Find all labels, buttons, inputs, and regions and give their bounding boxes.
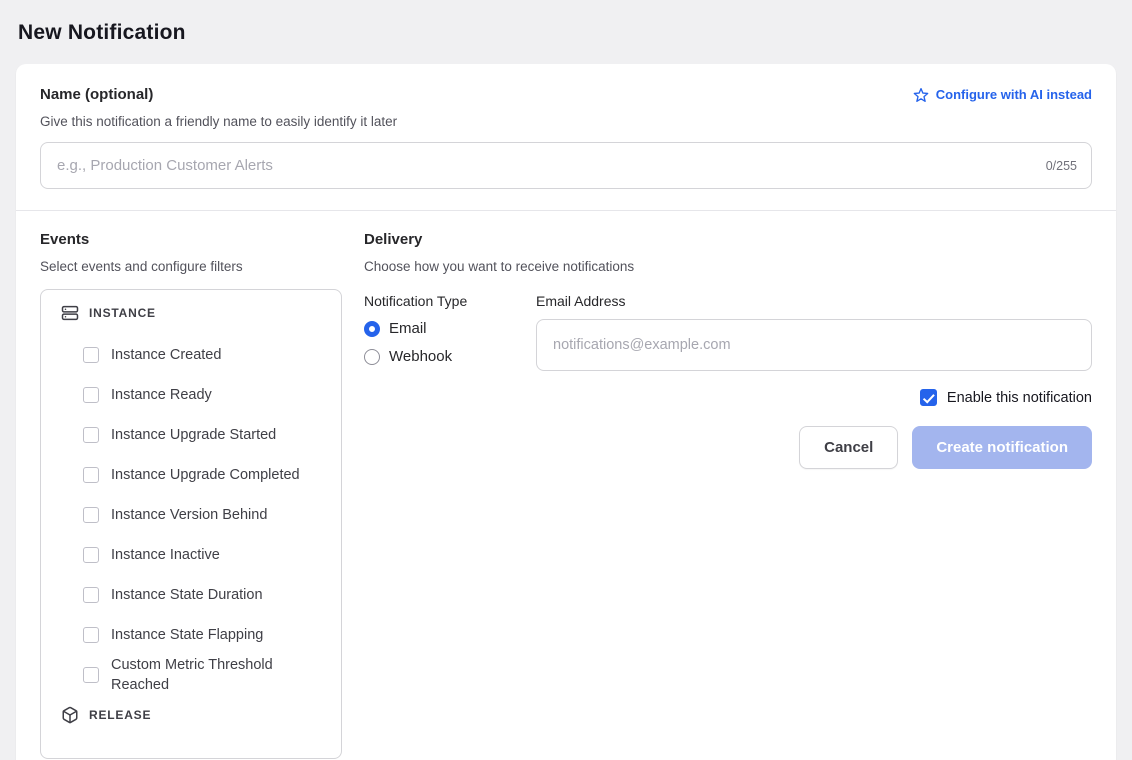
delivery-heading: Delivery [364, 231, 1092, 248]
event-group-header-instance: INSTANCE [41, 299, 341, 327]
webhook-radio[interactable] [364, 349, 380, 365]
name-section-heading: Name (optional) [40, 86, 153, 103]
section-divider [16, 210, 1116, 211]
email-address-label: Email Address [536, 293, 1092, 309]
event-label: Instance State Flapping [111, 625, 263, 645]
event-row-instance-inactive[interactable]: Instance Inactive [41, 535, 341, 575]
notification-type-block: Notification Type Email Webhook [364, 293, 536, 371]
events-column: Events Select events and configure filte… [40, 231, 342, 759]
cancel-button[interactable]: Cancel [799, 426, 898, 469]
event-label: Instance Inactive [111, 545, 220, 565]
event-checkbox[interactable] [83, 667, 99, 683]
new-notification-card: Name (optional) Configure with AI instea… [16, 64, 1116, 760]
page: New Notification Name (optional) Configu… [0, 0, 1132, 760]
name-section-subtitle: Give this notification a friendly name t… [40, 114, 1092, 129]
event-label: Instance Ready [111, 385, 212, 405]
ai-link-label: Configure with AI instead [936, 87, 1092, 102]
enable-notification-checkbox[interactable] [920, 389, 937, 406]
event-checkbox[interactable] [83, 427, 99, 443]
event-label: Instance Version Behind [111, 505, 267, 525]
event-row-instance-state-flapping[interactable]: Instance State Flapping [41, 615, 341, 655]
event-row-instance-created[interactable]: Instance Created [41, 335, 341, 375]
event-label: Custom Metric Threshold Reached [111, 655, 321, 695]
enable-notification-label: Enable this notification [947, 390, 1092, 406]
char-counter: 0/255 [1046, 159, 1077, 173]
event-group-header-release: RELEASE [41, 701, 341, 729]
enable-notification-row[interactable]: Enable this notification [364, 389, 1092, 406]
radio-option-email[interactable]: Email [364, 320, 536, 337]
event-list-instance: Instance Created Instance Ready Instance… [41, 327, 341, 701]
event-group-label: INSTANCE [89, 306, 156, 320]
sparkle-star-icon [913, 87, 929, 103]
events-subtitle: Select events and configure filters [40, 259, 342, 274]
event-label: Instance State Duration [111, 585, 263, 605]
event-label: Instance Upgrade Started [111, 425, 276, 445]
event-checkbox[interactable] [83, 467, 99, 483]
events-panel[interactable]: INSTANCE Instance Created Instance Ready [40, 289, 342, 759]
event-row-instance-state-duration[interactable]: Instance State Duration [41, 575, 341, 615]
package-icon [61, 706, 79, 724]
page-title: New Notification [16, 0, 1116, 64]
event-label: Instance Created [111, 345, 221, 365]
radio-label: Email [389, 320, 427, 337]
event-row-instance-ready[interactable]: Instance Ready [41, 375, 341, 415]
event-row-instance-version-behind[interactable]: Instance Version Behind [41, 495, 341, 535]
notification-name-input[interactable] [40, 142, 1092, 189]
email-radio[interactable] [364, 321, 380, 337]
event-checkbox[interactable] [83, 387, 99, 403]
name-section: Name (optional) Configure with AI instea… [40, 86, 1092, 189]
event-row-instance-upgrade-completed[interactable]: Instance Upgrade Completed [41, 455, 341, 495]
server-icon [61, 304, 79, 322]
event-checkbox[interactable] [83, 347, 99, 363]
notification-type-label: Notification Type [364, 293, 536, 309]
event-checkbox[interactable] [83, 547, 99, 563]
delivery-column: Delivery Choose how you want to receive … [364, 231, 1092, 759]
configure-with-ai-link[interactable]: Configure with AI instead [913, 87, 1092, 103]
email-address-input[interactable] [536, 319, 1092, 371]
create-notification-button[interactable]: Create notification [912, 426, 1092, 469]
delivery-subtitle: Choose how you want to receive notificat… [364, 259, 1092, 274]
event-group-label: RELEASE [89, 708, 151, 722]
event-checkbox[interactable] [83, 507, 99, 523]
radio-option-webhook[interactable]: Webhook [364, 348, 536, 365]
form-actions: Cancel Create notification [364, 426, 1092, 469]
event-row-custom-metric-threshold[interactable]: Custom Metric Threshold Reached [41, 655, 341, 695]
event-row-instance-upgrade-started[interactable]: Instance Upgrade Started [41, 415, 341, 455]
event-checkbox[interactable] [83, 587, 99, 603]
email-address-block: Email Address [536, 293, 1092, 371]
events-heading: Events [40, 231, 342, 248]
radio-label: Webhook [389, 348, 452, 365]
event-checkbox[interactable] [83, 627, 99, 643]
event-label: Instance Upgrade Completed [111, 465, 300, 485]
